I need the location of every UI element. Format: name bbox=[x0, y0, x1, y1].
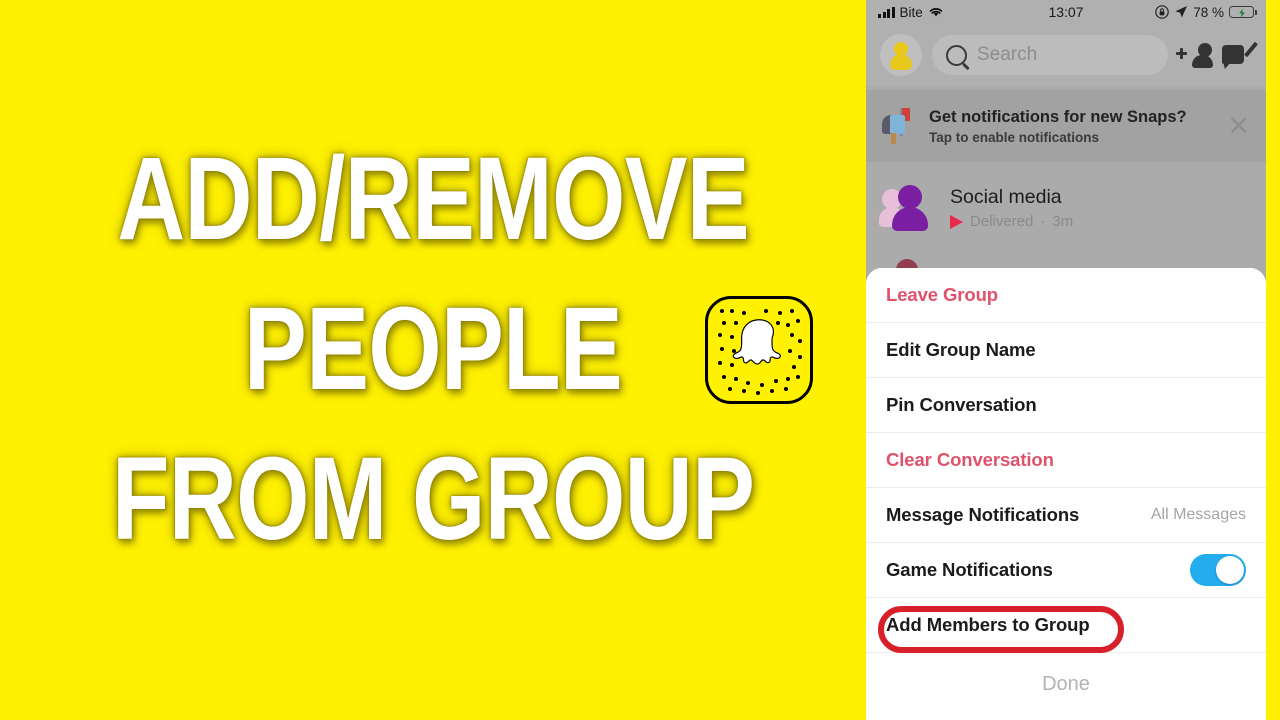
profile-avatar-icon[interactable] bbox=[880, 34, 922, 76]
sent-arrow-icon bbox=[950, 214, 963, 229]
sheet-item-add-members-to-group[interactable]: Add Members to Group bbox=[866, 598, 1266, 653]
sheet-item-label: Leave Group bbox=[886, 284, 998, 305]
mailbox-icon bbox=[882, 108, 916, 144]
sheet-item-clear-conversation[interactable]: Clear Conversation bbox=[866, 433, 1266, 488]
title-line-1: ADD/REMOVE bbox=[117, 133, 750, 265]
sheet-item-game-notifications[interactable]: Game Notifications bbox=[866, 543, 1266, 598]
sheet-item-label: Pin Conversation bbox=[886, 394, 1037, 415]
chat-separator: · bbox=[1040, 213, 1046, 230]
message-notifications-value: All Messages bbox=[1150, 506, 1246, 523]
battery-charging-icon bbox=[1229, 6, 1257, 18]
game-notifications-toggle[interactable] bbox=[1190, 554, 1246, 586]
snapcode-ghost-icon bbox=[705, 296, 813, 404]
title-line-3: FROM GROUP bbox=[111, 433, 755, 565]
sheet-item-edit-group-name[interactable]: Edit Group Name bbox=[866, 323, 1266, 378]
location-arrow-icon bbox=[1175, 6, 1188, 18]
sheet-item-label: Add Members to Group bbox=[886, 614, 1090, 635]
notification-subtitle: Tap to enable notifications bbox=[929, 129, 1100, 145]
chat-time: 3m bbox=[1052, 213, 1074, 230]
done-label: Done bbox=[1042, 672, 1090, 695]
new-chat-icon[interactable] bbox=[1222, 41, 1258, 69]
chat-list-item[interactable]: Social media Delivered · 3m bbox=[866, 168, 1266, 248]
battery-percent-label: 78 % bbox=[1193, 4, 1224, 20]
sheet-item-label: Edit Group Name bbox=[886, 339, 1036, 360]
search-icon bbox=[946, 44, 967, 66]
status-bar: Bite 13:07 78 % bbox=[866, 0, 1266, 24]
phone-screenshot: Bite 13:07 78 % Search Get notifications… bbox=[866, 0, 1266, 720]
ghost-glyph bbox=[732, 319, 781, 365]
action-sheet: Leave Group Edit Group Name Pin Conversa… bbox=[866, 268, 1266, 720]
sheet-item-label: Clear Conversation bbox=[886, 449, 1054, 470]
thumbnail-canvas: ADD/REMOVE PEOPLE FROM GROUP Bite 13:07 … bbox=[0, 0, 1280, 720]
notification-banner[interactable]: Get notifications for new Snaps? Tap to … bbox=[866, 90, 1266, 162]
app-header: Search bbox=[866, 24, 1266, 86]
title-block: ADD/REMOVE PEOPLE FROM GROUP bbox=[0, 0, 866, 720]
notification-title: Get notifications for new Snaps? bbox=[929, 108, 1187, 127]
chat-status: Delivered bbox=[970, 213, 1034, 230]
sheet-item-leave-group[interactable]: Leave Group bbox=[866, 268, 1266, 323]
group-avatar-icon bbox=[879, 184, 936, 232]
sheet-item-label: Message Notifications bbox=[886, 504, 1080, 525]
chat-name: Social media bbox=[950, 186, 1062, 208]
sheet-item-label: Game Notifications bbox=[886, 559, 1053, 580]
search-input[interactable]: Search bbox=[932, 35, 1168, 75]
close-icon[interactable]: ✕ bbox=[1221, 112, 1250, 140]
rotation-lock-icon bbox=[1155, 5, 1170, 19]
title-line-2: PEOPLE bbox=[243, 283, 623, 415]
sheet-done-button[interactable]: Done bbox=[866, 653, 1266, 715]
sheet-item-pin-conversation[interactable]: Pin Conversation bbox=[866, 378, 1266, 433]
search-placeholder: Search bbox=[977, 44, 1038, 65]
sheet-item-message-notifications[interactable]: Message Notifications All Messages bbox=[866, 488, 1266, 543]
add-friend-icon[interactable] bbox=[1176, 41, 1213, 69]
